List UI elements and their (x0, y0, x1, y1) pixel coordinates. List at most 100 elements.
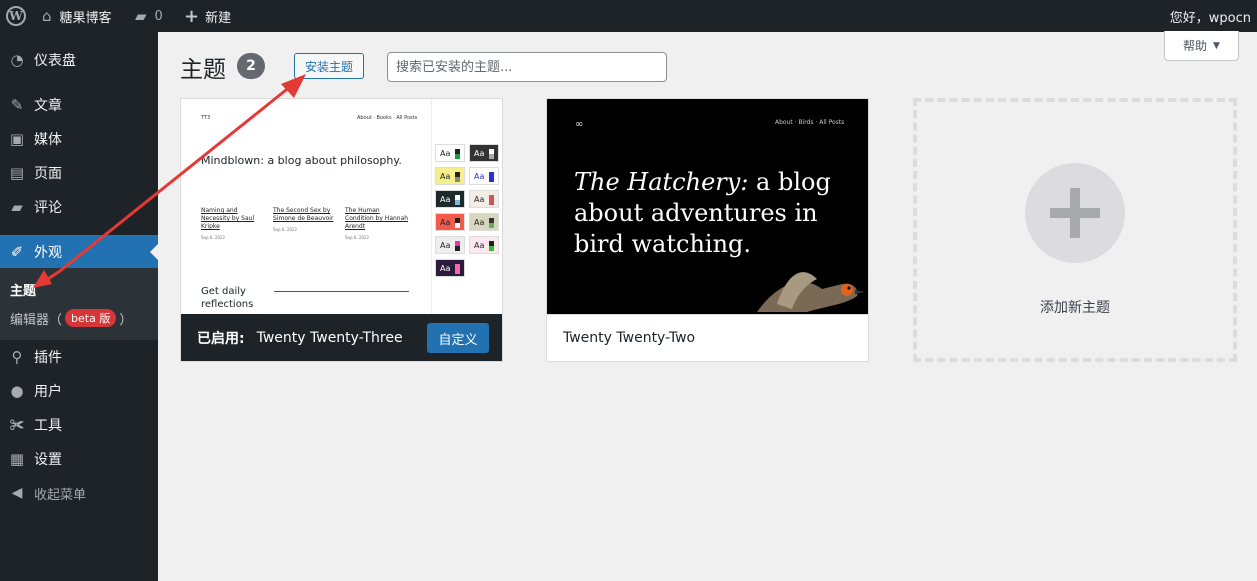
style-swatch: Aa (469, 167, 499, 185)
editor-close: ） (119, 312, 133, 328)
style-swatch: Aa (435, 259, 465, 277)
sidebar-item-label: 媒体 (34, 132, 62, 148)
preview-nav: About · Birds · All Posts (775, 119, 845, 126)
style-swatch: Aa (435, 167, 465, 185)
headline-italic: The Hatchery: (574, 168, 749, 196)
plus-icon: + (184, 5, 200, 27)
sidebar-item-label: 插件 (34, 350, 62, 366)
swatch-dots (455, 149, 460, 159)
swatch-label: Aa (474, 171, 485, 181)
style-swatch: Aa (469, 236, 499, 254)
sidebar-item-plugins[interactable]: ⚲ 插件 (0, 340, 158, 374)
sidebar-item-users[interactable]: ● 用户 (0, 374, 158, 408)
sidebar-item-media[interactable]: ▣ 媒体 (0, 122, 158, 156)
preview-headline: Mindblown: a blog about philosophy. (201, 154, 402, 167)
submenu-themes[interactable]: 主题 (10, 276, 36, 302)
settings-icon: ▦ (9, 450, 25, 468)
sidebar-item-label: 页面 (34, 166, 62, 182)
preview-post-title: The Human Condition by Hannah Arendt (345, 207, 409, 230)
preview-post: The Human Condition by Hannah Arendt Sep… (345, 207, 409, 241)
swatch-label: Aa (440, 240, 451, 250)
sidebar-item-label: 仪表盘 (34, 53, 76, 69)
admin-bar: W ⌂ 糖果博客 ▰ 0 + 新建 您好，wpocn (0, 0, 1257, 32)
preview-posts: Naming and Necessity by Saul Kripke Sep … (201, 207, 411, 241)
bird-illustration (757, 272, 865, 312)
swatch-dots (489, 149, 494, 159)
collapse-icon: ◀ (11, 485, 23, 501)
swatch-dots (455, 195, 460, 205)
new-content-link[interactable]: + 新建 (184, 0, 231, 32)
greeting: 您好，wpocn (1169, 10, 1251, 26)
plugin-icon: ⚲ (11, 348, 23, 366)
admin-sidebar: ◔ 仪表盘 ✎ 文章 ▣ 媒体 ▤ 页面 ▰ 评论 ✐ 外观 主题 编辑器（ b… (0, 32, 158, 581)
install-themes-button[interactable]: 安装主题 (294, 53, 364, 79)
swatch-label: Aa (474, 217, 485, 227)
help-label: 帮助 (1183, 39, 1208, 53)
preview-footer-line: Get daily (201, 286, 246, 297)
swatch-dots (455, 172, 460, 182)
theme-screenshot[interactable]: TT3 About · Books · All Posts Mindblown:… (181, 99, 502, 314)
swatch-label: Aa (440, 171, 451, 181)
collapse-menu-button[interactable]: ◀ 收起菜单 (0, 476, 158, 510)
add-new-theme-label: 添加新主题 (1040, 300, 1110, 316)
dashboard-icon: ◔ (10, 51, 24, 69)
sidebar-item-tools[interactable]: ✀ 工具 (0, 408, 158, 442)
theme-count-badge: 2 (237, 53, 265, 79)
sidebar-item-comments[interactable]: ▰ 评论 (0, 190, 158, 224)
comments-link[interactable]: ▰ 0 (135, 0, 163, 32)
help-tab-button[interactable]: 帮助 ▼ (1164, 31, 1239, 61)
preview-post: Naming and Necessity by Saul Kripke Sep … (201, 207, 265, 241)
style-swatch: Aa (435, 190, 465, 208)
preview-post-date: Sep 6, 2022 (201, 235, 226, 240)
customize-button[interactable]: 自定义 (427, 323, 489, 353)
swatch-label: Aa (474, 194, 485, 204)
site-name: 糖果博客 (59, 10, 112, 26)
style-swatch: Aa (469, 144, 499, 162)
swatch-label: Aa (474, 148, 485, 158)
caret-down-icon: ▼ (1213, 40, 1220, 51)
site-name-link[interactable]: ⌂ 糖果博客 (42, 0, 112, 32)
swatch-dots (489, 172, 494, 182)
sidebar-item-settings[interactable]: ▦ 设置 (0, 442, 158, 476)
search-installed-themes-input[interactable] (387, 52, 667, 82)
page-title: 主题 (180, 57, 226, 83)
home-icon: ⌂ (42, 6, 52, 25)
new-label: 新建 (205, 10, 232, 26)
preview-post: The Second Sex by Simone de Beauvoir Sep… (273, 207, 337, 241)
theme-screenshot[interactable]: ∞ About · Birds · All Posts The Hatchery… (547, 99, 868, 314)
theme-name: Twenty Twenty-Three (256, 329, 403, 346)
preview-nav: About · Books · All Posts (357, 115, 418, 121)
style-swatch: Aa (469, 190, 499, 208)
swatch-dots (455, 218, 460, 228)
sidebar-item-label: 外观 (34, 245, 62, 261)
swatch-label: Aa (474, 240, 485, 250)
pin-icon: ✎ (10, 96, 24, 114)
sidebar-item-posts[interactable]: ✎ 文章 (0, 88, 158, 122)
swatch-label: Aa (440, 263, 451, 273)
account-menu[interactable]: 您好，wpocn (1170, 0, 1251, 32)
preview-logo-icon: ∞ (575, 119, 584, 130)
preview-post-date: Sep 6, 2022 (273, 227, 298, 232)
sidebar-item-dashboard[interactable]: ◔ 仪表盘 (0, 43, 158, 77)
sidebar-item-pages[interactable]: ▤ 页面 (0, 156, 158, 190)
theme-card-twenty-twenty-two[interactable]: ∞ About · Birds · All Posts The Hatchery… (546, 98, 869, 362)
style-swatch: Aa (435, 213, 465, 231)
swatch-label: Aa (440, 217, 451, 227)
submenu-editor[interactable]: 编辑器（ beta 版 ） (10, 305, 132, 331)
preview-post-title: Naming and Necessity by Saul Kripke (201, 207, 255, 230)
comment-count: 0 (154, 8, 163, 24)
swatch-dots (489, 195, 494, 205)
sidebar-item-label: 评论 (34, 200, 62, 216)
theme-card-twenty-twenty-three[interactable]: TT3 About · Books · All Posts Mindblown:… (180, 98, 503, 362)
wordpress-logo-icon[interactable]: W (4, 0, 28, 32)
comment-bubble-icon: ▰ (135, 6, 147, 25)
beta-badge: beta 版 (65, 309, 117, 327)
swatch-label: Aa (440, 148, 451, 158)
active-theme-footer: 已启用: Twenty Twenty-Three 自定义 (181, 314, 502, 361)
page-icon: ▤ (9, 164, 25, 182)
preview-divider (274, 291, 409, 292)
user-icon: ● (10, 382, 24, 400)
sidebar-item-appearance[interactable]: ✐ 外观 (0, 235, 158, 269)
add-new-theme-card[interactable]: 添加新主题 (913, 98, 1237, 362)
swatch-label: Aa (440, 194, 451, 204)
